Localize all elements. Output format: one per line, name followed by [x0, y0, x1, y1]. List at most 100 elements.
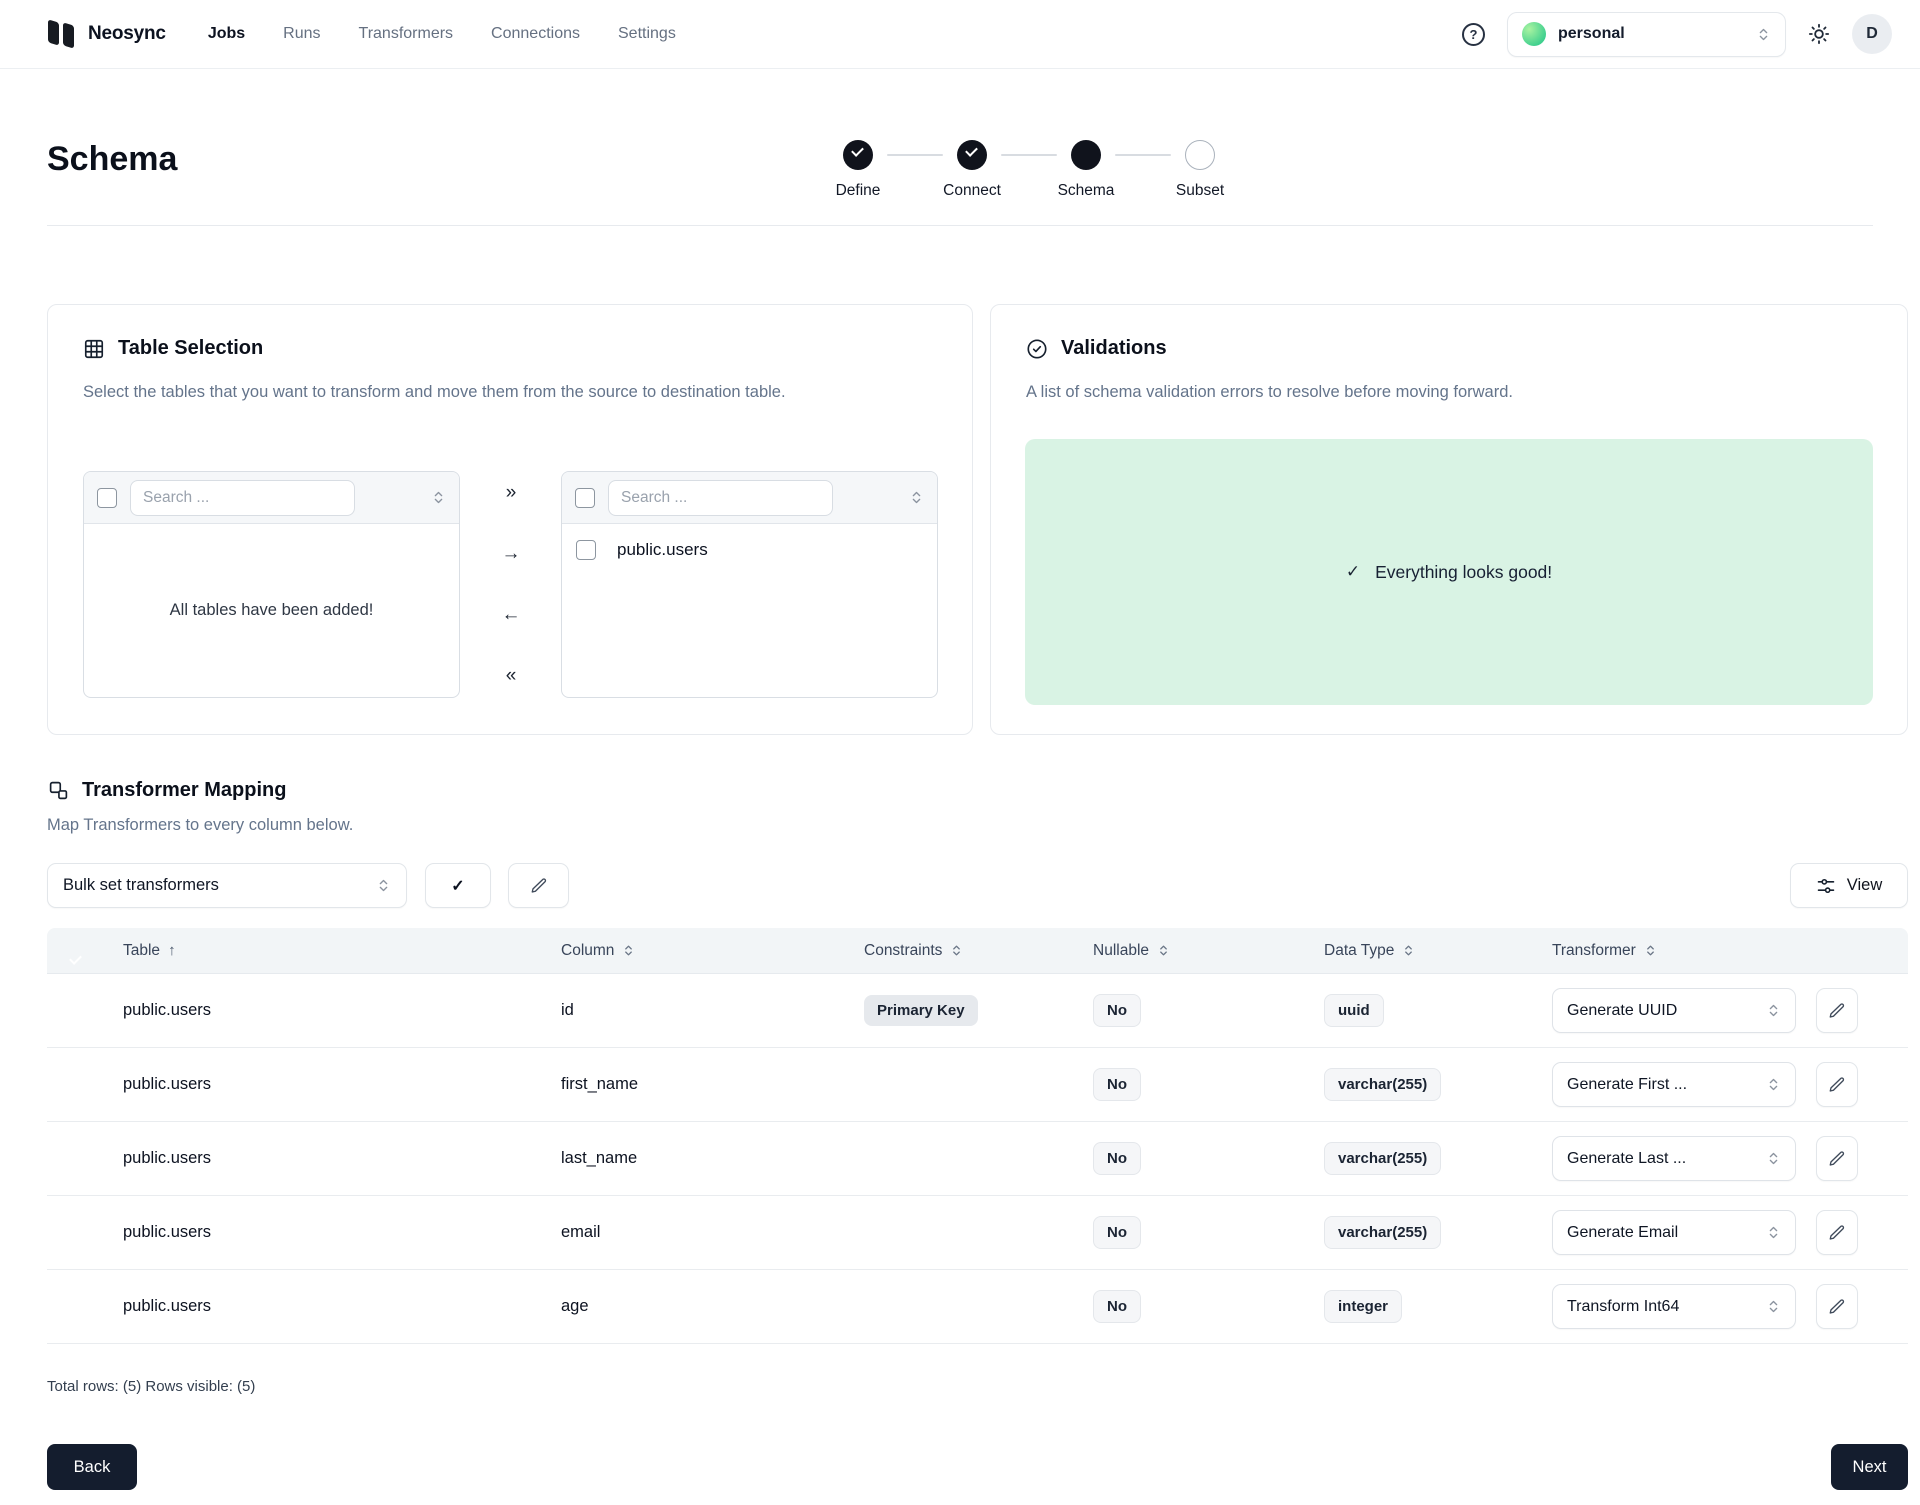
sliders-icon: [1816, 876, 1836, 896]
next-button[interactable]: Next: [1831, 1444, 1908, 1490]
column-header-table[interactable]: Table ↑: [123, 942, 561, 960]
step-connect[interactable]: Connect: [957, 140, 987, 200]
table-row: public.users age No integer Transform In…: [47, 1270, 1908, 1344]
theme-toggle-sun-icon[interactable]: [1808, 23, 1830, 45]
pencil-icon: [1828, 1224, 1846, 1242]
column-header-transformer[interactable]: Transformer: [1552, 942, 1908, 960]
nullable-badge: No: [1093, 1290, 1141, 1323]
chevrons-up-down-icon: [1766, 1151, 1781, 1166]
main-nav: Jobs Runs Transformers Connections Setti…: [208, 25, 676, 43]
table-row: public.users id Primary Key No uuid Gene…: [47, 974, 1908, 1048]
table-selection-card: Table Selection Select the tables that y…: [47, 304, 973, 735]
sort-chevrons-icon[interactable]: [431, 490, 446, 505]
select-all-source-checkbox[interactable]: [97, 488, 117, 508]
edit-transformer-button[interactable]: [1816, 1136, 1858, 1181]
nav-item-settings[interactable]: Settings: [618, 25, 676, 43]
step-complete-check-icon: [843, 140, 873, 170]
section-title: Transformer Mapping: [82, 779, 286, 802]
edit-transformer-button[interactable]: [1816, 1284, 1858, 1329]
source-search-input[interactable]: [130, 480, 355, 516]
data-type-badge: varchar(255): [1324, 1068, 1441, 1101]
bulk-edit-button[interactable]: [508, 863, 569, 908]
cell-table: public.users: [123, 1075, 561, 1094]
pencil-icon: [1828, 1298, 1846, 1316]
brand-name: Neosync: [88, 23, 166, 45]
move-left-button[interactable]: ←: [491, 595, 531, 635]
data-type-badge: uuid: [1324, 994, 1384, 1027]
page-title: Schema: [47, 140, 177, 179]
sort-chevrons-icon[interactable]: [909, 490, 924, 505]
nav-item-connections[interactable]: Connections: [491, 25, 580, 43]
edit-transformer-button[interactable]: [1816, 1210, 1858, 1255]
data-type-badge: integer: [1324, 1290, 1402, 1323]
validations-card: Validations A list of schema validation …: [990, 304, 1908, 735]
cell-column: id: [561, 1001, 864, 1020]
edit-transformer-button[interactable]: [1816, 1062, 1858, 1107]
nullable-badge: No: [1093, 1068, 1141, 1101]
transformer-select[interactable]: Generate UUID: [1552, 988, 1796, 1033]
circle-check-icon: [1026, 338, 1048, 360]
constraint-badge: Primary Key: [864, 995, 978, 1026]
move-all-left-button[interactable]: «: [491, 656, 531, 696]
card-description: Select the tables that you want to trans…: [83, 379, 913, 406]
account-selector[interactable]: personal: [1507, 12, 1786, 57]
step-subset[interactable]: Subset: [1185, 140, 1215, 200]
sort-asc-icon: ↑: [168, 942, 176, 959]
table-checkbox[interactable]: [576, 540, 596, 560]
top-navbar: Neosync Jobs Runs Transformers Connectio…: [0, 0, 1920, 69]
card-title: Table Selection: [118, 337, 263, 360]
edit-transformer-button[interactable]: [1816, 988, 1858, 1033]
source-empty-message: All tables have been added!: [84, 524, 459, 697]
data-type-badge: varchar(255): [1324, 1142, 1441, 1175]
list-item: public.users: [562, 524, 937, 560]
sort-chevrons-icon: [622, 944, 635, 957]
column-header-column[interactable]: Column: [561, 942, 864, 960]
validation-success-box: ✓ Everything looks good!: [1025, 439, 1873, 705]
table-row: public.users email No varchar(255) Gener…: [47, 1196, 1908, 1270]
nav-item-jobs[interactable]: Jobs: [208, 25, 245, 43]
step-schema[interactable]: Schema: [1071, 140, 1101, 200]
nav-item-transformers[interactable]: Transformers: [359, 25, 454, 43]
transfer-controls: » → ← «: [491, 473, 531, 696]
destination-search-input[interactable]: [608, 480, 833, 516]
nullable-badge: No: [1093, 1216, 1141, 1249]
cell-column: age: [561, 1297, 864, 1316]
check-icon: ✓: [1346, 562, 1360, 582]
help-icon[interactable]: ?: [1462, 23, 1485, 46]
chevrons-up-down-icon: [1766, 1225, 1781, 1240]
transformer-select[interactable]: Generate First ...: [1552, 1062, 1796, 1107]
chevrons-up-down-icon: [376, 878, 391, 893]
wizard-stepper: Define Connect Schema Subset: [843, 140, 1215, 200]
transformer-select[interactable]: Generate Email: [1552, 1210, 1796, 1255]
mapping-boxes-icon: [48, 780, 69, 801]
bulk-set-transformers-select[interactable]: Bulk set transformers: [47, 863, 407, 908]
step-connector: [887, 154, 943, 156]
step-upcoming-circle: [1185, 140, 1215, 170]
move-right-button[interactable]: →: [491, 534, 531, 574]
transformer-select[interactable]: Transform Int64: [1552, 1284, 1796, 1329]
sort-chevrons-icon: [1157, 944, 1170, 957]
cell-column: last_name: [561, 1149, 864, 1168]
card-description: A list of schema validation errors to re…: [1026, 379, 1866, 406]
transformer-select[interactable]: Generate Last ...: [1552, 1136, 1796, 1181]
view-columns-button[interactable]: View: [1790, 863, 1908, 908]
column-header-nullable[interactable]: Nullable: [1093, 942, 1324, 960]
move-all-right-button[interactable]: »: [491, 473, 531, 513]
step-define[interactable]: Define: [843, 140, 873, 200]
avatar[interactable]: D: [1852, 14, 1892, 54]
nav-item-runs[interactable]: Runs: [283, 25, 320, 43]
column-header-data-type[interactable]: Data Type: [1324, 942, 1552, 960]
select-all-destination-checkbox[interactable]: [575, 488, 595, 508]
nullable-badge: No: [1093, 994, 1141, 1027]
pencil-icon: [1828, 1150, 1846, 1168]
column-header-constraints[interactable]: Constraints: [864, 942, 1093, 960]
pencil-icon: [1828, 1002, 1846, 1020]
sort-chevrons-icon: [1402, 944, 1415, 957]
header-divider: [47, 225, 1873, 226]
bulk-apply-button[interactable]: ✓: [425, 863, 491, 908]
back-button[interactable]: Back: [47, 1444, 137, 1490]
validation-status-text: Everything looks good!: [1375, 562, 1552, 583]
brand[interactable]: Neosync: [47, 16, 166, 52]
card-title: Validations: [1061, 337, 1167, 360]
account-color-dot: [1522, 22, 1546, 46]
